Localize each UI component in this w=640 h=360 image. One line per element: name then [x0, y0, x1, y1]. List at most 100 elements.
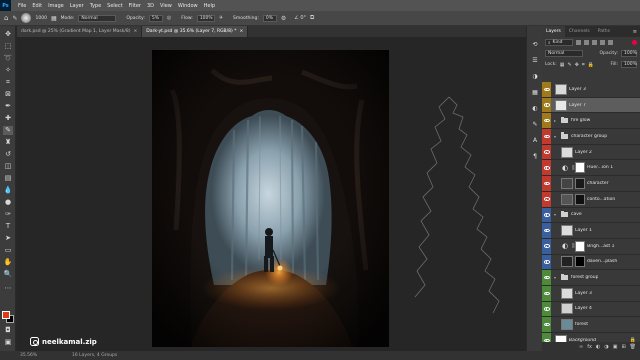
- fx-icon[interactable]: fx: [587, 344, 592, 350]
- layer-thumbnail[interactable]: [561, 146, 573, 158]
- hand-tool-icon[interactable]: ✋: [3, 258, 13, 267]
- expand-arrow-icon[interactable]: ▸: [553, 118, 557, 123]
- home-icon[interactable]: ⌂: [4, 14, 8, 22]
- eye-icon[interactable]: [543, 228, 550, 233]
- clone-stamp-tool-icon[interactable]: ♜: [3, 138, 13, 147]
- layer-row[interactable]: ▾ character group: [542, 129, 640, 145]
- lasso-tool-icon[interactable]: ➰: [3, 54, 13, 63]
- menu-3d[interactable]: 3D: [144, 3, 157, 9]
- eye-icon[interactable]: [543, 244, 550, 248]
- quick-select-tool-icon[interactable]: ✧: [3, 66, 13, 75]
- layer-row[interactable]: character: [542, 176, 640, 192]
- layer-thumbnail[interactable]: [561, 287, 573, 299]
- menu-file[interactable]: File: [15, 3, 29, 9]
- menu-select[interactable]: Select: [104, 3, 125, 9]
- eye-icon[interactable]: [543, 134, 550, 139]
- smart-object-filter-icon[interactable]: [608, 40, 613, 45]
- visibility-toggle[interactable]: [542, 144, 551, 160]
- frame-tool-icon[interactable]: ⊠: [3, 90, 13, 99]
- mode-select[interactable]: Normal: [78, 14, 117, 22]
- layer-row[interactable]: Layer 1: [542, 223, 640, 239]
- tab-dark-psd[interactable]: dark.psd @ 25% (Gradient Map 1, Layer Ma…: [17, 26, 143, 37]
- visibility-toggle[interactable]: [542, 82, 551, 97]
- add-mask-icon[interactable]: ◐: [596, 344, 600, 350]
- foreground-color-swatch[interactable]: [2, 311, 10, 319]
- panel-menu-icon[interactable]: ≡: [633, 29, 637, 35]
- gradient-tool-icon[interactable]: ▤: [3, 174, 13, 183]
- properties-panel-icon[interactable]: ☰: [530, 56, 540, 65]
- visibility-toggle[interactable]: [542, 97, 551, 113]
- expand-arrow-icon[interactable]: ▾: [553, 275, 557, 280]
- layer-mask-thumbnail[interactable]: [575, 256, 585, 268]
- expand-arrow-icon[interactable]: ▾: [553, 134, 557, 139]
- document-info[interactable]: 16 Layers, 4 Groups: [72, 353, 117, 358]
- layer-mask-thumbnail[interactable]: [575, 193, 585, 205]
- eye-icon[interactable]: [543, 213, 550, 217]
- layer-thumbnail[interactable]: [561, 319, 573, 331]
- layer-row[interactable]: Layer 4: [542, 301, 640, 318]
- blur-tool-icon[interactable]: 💧: [3, 186, 13, 195]
- eye-icon[interactable]: [543, 150, 550, 154]
- layer-thumbnail[interactable]: [561, 303, 573, 315]
- brushes-panel-icon[interactable]: ✎: [530, 120, 540, 129]
- brush-preset-picker[interactable]: [21, 13, 32, 23]
- airbrush-icon[interactable]: ✈: [219, 15, 223, 21]
- kind-filter-select[interactable]: ⌕ Kind: [545, 39, 573, 46]
- layer-row[interactable]: daven...plash: [542, 254, 640, 271]
- visibility-toggle[interactable]: [542, 238, 551, 254]
- brush-settings-icon[interactable]: ▦: [51, 15, 57, 22]
- layer-opacity-field[interactable]: 100%: [621, 50, 637, 57]
- eye-icon[interactable]: [543, 181, 550, 186]
- eye-icon[interactable]: [543, 197, 550, 201]
- layer-thumbnail[interactable]: [555, 83, 567, 95]
- angle-icon[interactable]: ∠ 0°: [294, 15, 306, 21]
- tab-dark-yt-psd[interactable]: Dark-yt.psd @ 35.6% (Layer 7, RGB/8) * ×: [142, 26, 249, 37]
- menu-image[interactable]: Image: [45, 3, 67, 9]
- delete-icon[interactable]: 🗑: [630, 344, 636, 350]
- menu-window[interactable]: Window: [175, 3, 201, 9]
- rectangle-tool-icon[interactable]: ▭: [3, 246, 13, 255]
- menu-filter[interactable]: Filter: [126, 3, 144, 9]
- tab-layers[interactable]: Layers: [542, 26, 565, 37]
- layer-row[interactable]: ◐⛓Hue/...ion 1: [542, 160, 640, 177]
- menu-edit[interactable]: Edit: [29, 3, 45, 9]
- tab-paths[interactable]: Paths: [594, 26, 614, 37]
- shape-filter-icon[interactable]: [600, 40, 605, 45]
- type-tool-icon[interactable]: T: [3, 222, 13, 231]
- layer-row[interactable]: Layer 7: [542, 97, 640, 114]
- document-canvas[interactable]: [152, 50, 389, 347]
- screen-mode-icon[interactable]: ▣: [3, 338, 13, 347]
- dodge-tool-icon[interactable]: ●: [3, 198, 13, 207]
- visibility-toggle[interactable]: [542, 113, 551, 129]
- blend-mode-select[interactable]: Normal: [545, 50, 583, 57]
- lock-paint-icon[interactable]: ✎: [568, 62, 572, 68]
- layer-thumbnail[interactable]: [561, 193, 573, 205]
- visibility-toggle[interactable]: [542, 270, 551, 285]
- adjustments-panel-icon[interactable]: ◑: [530, 72, 540, 81]
- layer-mask-thumbnail[interactable]: [575, 162, 586, 174]
- menu-type[interactable]: Type: [87, 3, 104, 9]
- new-group-icon[interactable]: ▣: [613, 344, 618, 350]
- layer-thumbnail[interactable]: [555, 99, 567, 111]
- type-filter-icon[interactable]: [592, 40, 597, 45]
- filter-toggle-icon[interactable]: [632, 40, 637, 45]
- zoom-tool-icon[interactable]: 🔍: [3, 270, 13, 279]
- layer-mask-thumbnail[interactable]: [575, 240, 586, 252]
- visibility-toggle[interactable]: [542, 223, 551, 238]
- eye-icon[interactable]: [543, 166, 550, 170]
- more-tools-icon[interactable]: ⋯: [3, 284, 13, 293]
- close-icon[interactable]: ×: [133, 29, 137, 34]
- layer-row[interactable]: conto...ation: [542, 191, 640, 208]
- brush-tool-icon[interactable]: ✎: [12, 15, 17, 22]
- visibility-toggle[interactable]: [542, 176, 551, 191]
- visibility-toggle[interactable]: [542, 191, 551, 207]
- lock-all-icon[interactable]: 🔒: [588, 62, 594, 68]
- quick-mask-icon[interactable]: ◘: [3, 326, 13, 335]
- layer-row[interactable]: ▾ forest group: [542, 270, 640, 286]
- close-icon[interactable]: ×: [239, 29, 243, 34]
- canvas-workspace[interactable]: neelkamal.zip: [17, 37, 526, 351]
- visibility-toggle[interactable]: [542, 129, 551, 144]
- layer-row[interactable]: forest: [542, 317, 640, 333]
- symmetry-icon[interactable]: ⧉: [310, 14, 314, 22]
- lock-position-icon[interactable]: ✥: [575, 62, 579, 68]
